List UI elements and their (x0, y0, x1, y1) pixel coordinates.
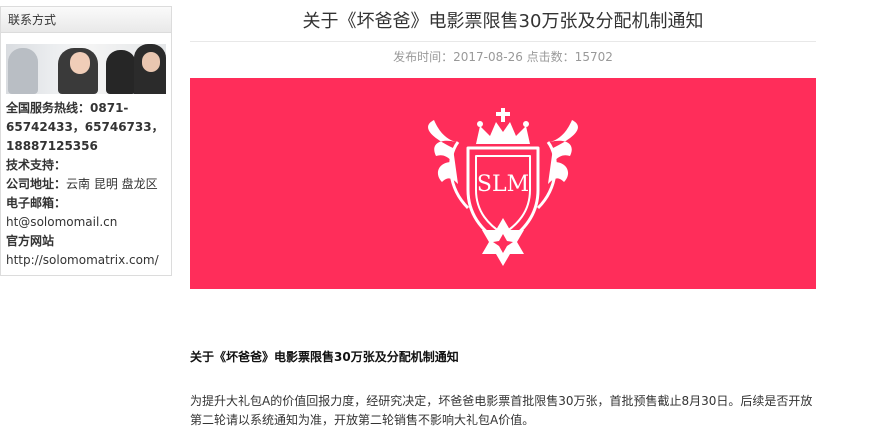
article: 关于《坏爸爸》电影票限售30万张及分配机制通知 发布时间：2017-08-26 … (190, 0, 816, 429)
hotline: 全国服务热线：0871-65742433，65746733，1888712535… (6, 99, 171, 156)
address: 公司地址：云南 昆明 盘龙区 (6, 175, 171, 194)
article-paragraph: 为提升大礼包A的价值回报力度，经研究决定，坏爸爸电影票首批限售30万张，首批预售… (190, 394, 813, 427)
email-value[interactable]: ht@solomomail.cn (6, 213, 171, 232)
hotline-label: 全国服务热线： (6, 101, 91, 115)
email-label: 电子邮箱： (6, 196, 67, 210)
contact-info: 全国服务热线：0871-65742433，65746733，1888712535… (1, 94, 171, 270)
website-link[interactable]: http://solomomatrix.com/ (6, 251, 171, 270)
website-label: 官方网站 (6, 234, 55, 248)
slm-logo-icon: SLM (428, 108, 578, 266)
contact-sidebar: 联系方式 全国服务热线：0871-65742433，65746733，18887… (0, 6, 172, 276)
address-value: 云南 昆明 盘龙区 (66, 177, 158, 191)
customer-service-photo (6, 44, 166, 94)
article-title: 关于《坏爸爸》电影票限售30万张及分配机制通知 (190, 0, 816, 42)
banner-logo-text: SLM (477, 172, 529, 197)
tech-support-label: 技术支持： (6, 158, 67, 172)
sidebar-header: 联系方式 (1, 7, 171, 33)
address-label: 公司地址： (6, 177, 67, 191)
section-title: 关于《坏爸爸》电影票限售30万张及分配机制通知 (190, 350, 459, 364)
article-banner: SLM (190, 78, 816, 289)
article-meta: 发布时间：2017-08-26 点击数：15702 (393, 50, 613, 64)
